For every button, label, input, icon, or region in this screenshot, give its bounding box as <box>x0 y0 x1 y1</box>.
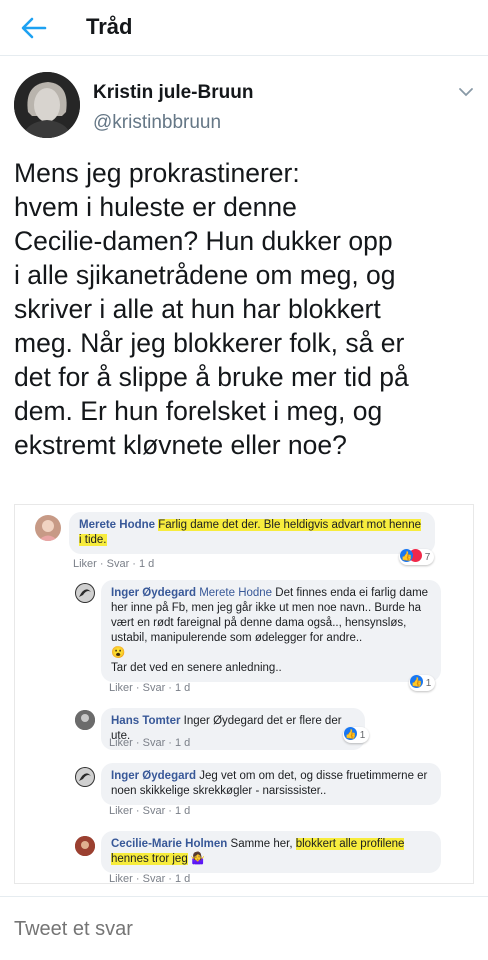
tweet-line: hvem i huleste er denne <box>14 192 297 222</box>
avatar <box>75 710 95 730</box>
tweet-line: meg. Når jeg blokkerer folk, så er <box>14 328 405 358</box>
comment-text: Tar det ved en senere anledning.. <box>111 662 282 674</box>
divider <box>0 896 488 897</box>
comment-actions: Liker · Svar · 1 d <box>109 682 191 694</box>
tweet-line: i alle sjikanetrådene om meg, og <box>14 260 396 290</box>
avatar[interactable] <box>14 72 80 138</box>
tweet-text: Mens jeg prokrastinerer: hvem i huleste … <box>14 156 474 462</box>
tweet-line: Mens jeg prokrastinerer: <box>14 158 300 188</box>
comment-bubble: Cecilie-Marie Holmen Samme her, blokkert… <box>101 831 441 873</box>
avatar <box>35 515 61 541</box>
comment-actions: Liker · Svar · 1 d <box>109 805 191 817</box>
mention-link[interactable]: Merete Hodne <box>199 587 272 599</box>
commenter-name: Cecilie-Marie Holmen <box>111 838 228 850</box>
tweet-line: det for å slippe å bruke mer tid på <box>14 362 409 392</box>
avatar-photo <box>14 72 80 138</box>
tweet-line: Cecilie-damen? Hun dukker opp <box>14 226 393 256</box>
tweet-options-button[interactable] <box>456 84 476 100</box>
comment-text: Samme her, <box>230 838 293 850</box>
reaction-count: 7 <box>399 548 435 565</box>
like-icon <box>400 548 413 564</box>
reaction-count: 1 <box>409 674 436 691</box>
commenter-name: Inger Øydegard <box>111 770 196 782</box>
commenter-name: Inger Øydegard <box>111 587 196 599</box>
arrow-left-icon <box>21 17 47 39</box>
comment-actions: Liker · Svar · 1 d <box>109 873 191 884</box>
comment-actions: Liker · Svar · 1 d <box>109 737 191 749</box>
avatar <box>75 767 95 787</box>
comment-bubble: Inger Øydegard Jeg vet om om det, og dis… <box>101 763 441 805</box>
back-button[interactable] <box>18 14 48 42</box>
commenter-name: Merete Hodne <box>79 519 156 531</box>
tweet-line: skriver i alle at hun har blokkert <box>14 294 381 324</box>
tweet-line: ekstremt kløvnete eller noe? <box>14 430 347 460</box>
like-icon <box>344 726 357 742</box>
attached-screenshot[interactable]: Merete Hodne Farlig dame det der. Ble he… <box>14 504 474 884</box>
comment-bubble: Inger Øydegard Merete Hodne Det finnes e… <box>101 580 441 682</box>
chevron-down-icon <box>459 88 473 97</box>
emoji-shrug-icon: 🤷‍♀️ <box>190 853 206 865</box>
avatar <box>75 836 95 856</box>
user-handle[interactable]: @kristinbbruun <box>93 112 221 134</box>
thread-header: Tråd <box>0 0 488 56</box>
tweet-line: dem. Er hun forelsket i meg, og <box>14 396 383 426</box>
page-title: Tråd <box>86 14 133 39</box>
reply-input[interactable] <box>14 912 474 946</box>
commenter-name: Hans Tomter <box>111 715 181 727</box>
comment-bubble: Merete Hodne Farlig dame det der. Ble he… <box>69 512 435 554</box>
avatar <box>75 583 95 603</box>
emoji-surprised-icon: 😮 <box>111 647 126 659</box>
like-icon <box>410 674 423 690</box>
display-name[interactable]: Kristin jule-Bruun <box>93 82 253 104</box>
reaction-count: 1 <box>343 726 370 743</box>
comment-actions: Liker · Svar · 1 d <box>73 558 155 570</box>
